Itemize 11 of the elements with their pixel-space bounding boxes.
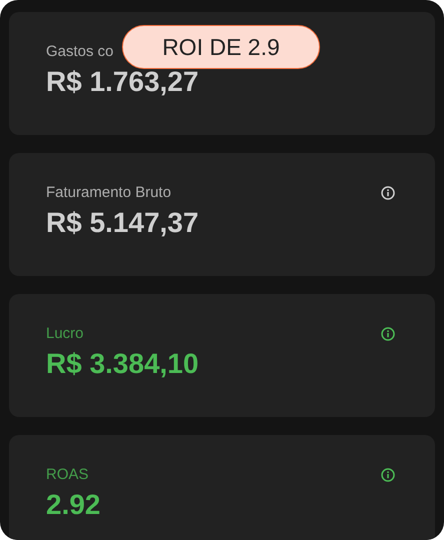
metric-label: Gastos co [46,43,114,61]
info-icon[interactable] [381,468,395,482]
metric-value: 2.92 [46,488,100,522]
metric-label: Faturamento Bruto [46,184,172,202]
info-icon[interactable] [381,186,395,200]
metric-label: Lucro [46,325,84,343]
metric-value: R$ 3.384,10 [46,347,199,381]
metric-label: ROAS [46,466,89,484]
info-icon[interactable] [381,327,395,341]
roi-badge: ROI DE 2.9 [122,25,320,69]
metric-value: R$ 5.147,37 [46,206,199,240]
